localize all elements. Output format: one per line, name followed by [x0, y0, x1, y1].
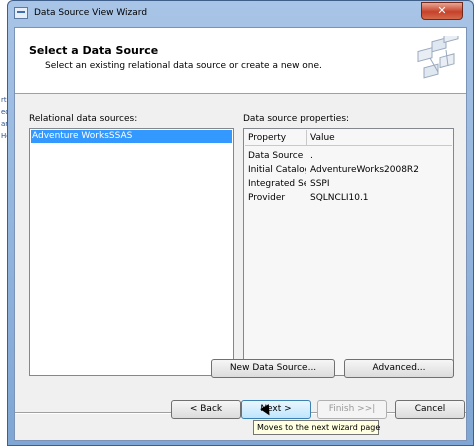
page-subtitle: Select an existing relational data sourc… [45, 61, 322, 71]
relational-sources-list[interactable]: Adventure WorksSSAS [29, 128, 234, 376]
table-row: Provider SQLNCLI10.1 [245, 191, 452, 205]
property-name: Data Source [248, 151, 304, 161]
window-title: Data Source View Wizard [34, 8, 148, 18]
back-button[interactable]: < Back [171, 400, 241, 419]
property-value: . [310, 151, 313, 161]
property-value: AdventureWorks2008R2 [310, 165, 419, 175]
wizard-header: Select a Data Source Select an existing … [15, 28, 466, 94]
wizard-window: Data Source View Wizard ✕ Select a Data … [7, 0, 474, 446]
advanced-button[interactable]: Advanced... [344, 359, 454, 378]
column-header-property: Property [248, 133, 287, 143]
table-row: Integrated Se... SSPI [245, 177, 452, 191]
properties-grid: Property Value Data Source . Initial Cat… [243, 128, 454, 376]
properties-header: Property Value [245, 130, 452, 146]
column-header-value: Value [310, 133, 335, 143]
cancel-button[interactable]: Cancel [395, 400, 465, 419]
wizard-graphic-icon [417, 36, 459, 79]
property-value: SSPI [310, 179, 330, 189]
table-row: Data Source . [245, 149, 452, 163]
property-name: Integrated Se... [248, 179, 306, 189]
title-bar[interactable]: Data Source View Wizard ✕ [8, 1, 473, 27]
close-button[interactable]: ✕ [421, 2, 463, 20]
wizard-client-area: Select a Data Source Select an existing … [14, 27, 467, 441]
table-row: Initial Catalog AdventureWorks2008R2 [245, 163, 452, 177]
page-title: Select a Data Source [29, 44, 159, 57]
column-separator[interactable] [306, 130, 307, 146]
finish-button: Finish >>| [317, 400, 387, 419]
new-data-source-button[interactable]: New Data Source... [211, 359, 335, 378]
wizard-app-icon [14, 7, 28, 19]
property-name: Initial Catalog [248, 165, 306, 175]
relational-sources-label: Relational data sources: [29, 114, 138, 124]
list-item[interactable]: Adventure WorksSSAS [31, 130, 232, 143]
next-button[interactable]: Next > [241, 400, 311, 419]
properties-label: Data source properties: [243, 114, 350, 124]
tooltip: Moves to the next wizard page [253, 420, 380, 435]
property-name: Provider [248, 193, 286, 203]
property-value: SQLNCLI10.1 [310, 193, 369, 203]
